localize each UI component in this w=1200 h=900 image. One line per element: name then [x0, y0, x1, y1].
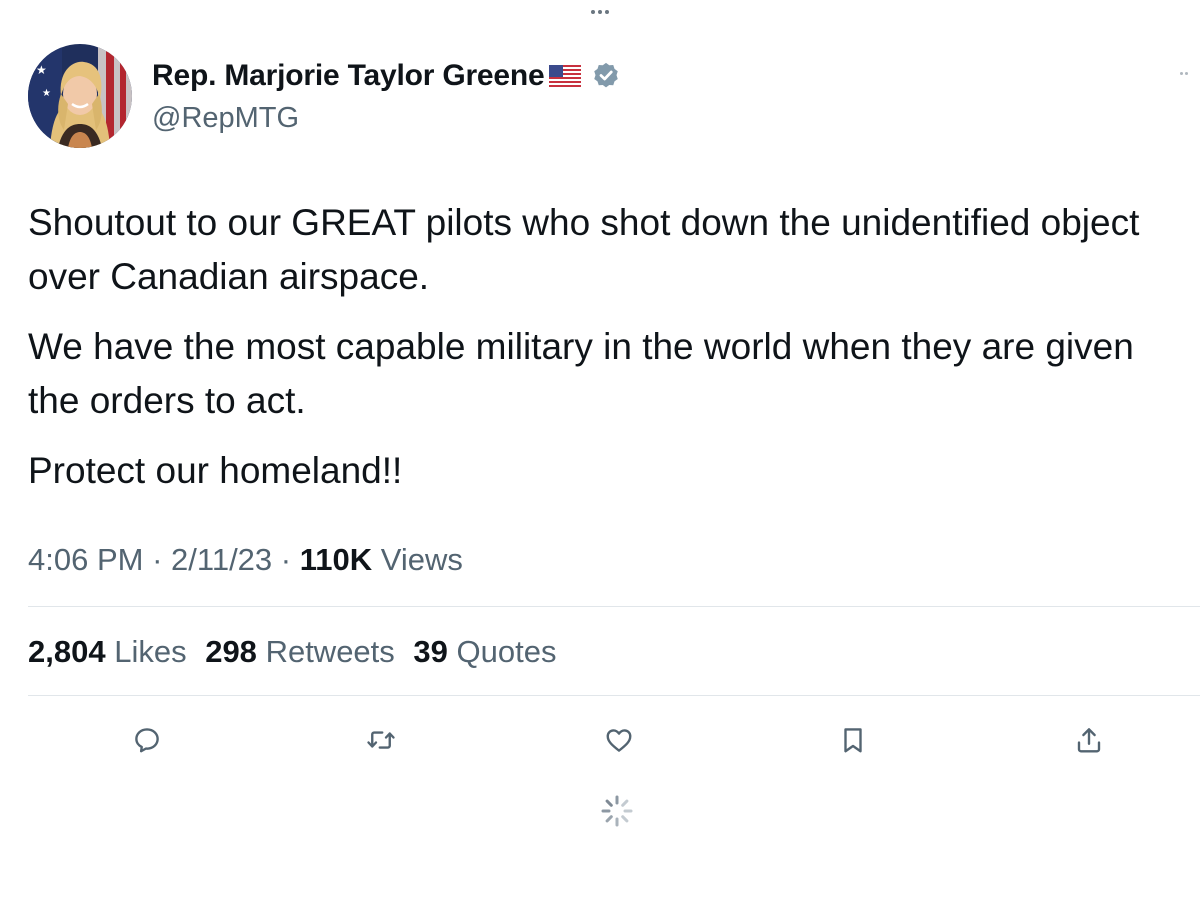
verified-badge-icon [593, 62, 618, 88]
avatar[interactable]: ★ ★ [28, 44, 132, 148]
meta-separator: · [152, 542, 163, 577]
share-icon [1077, 728, 1101, 753]
divider [28, 606, 1200, 607]
tweet-header: ★ ★ Rep. Marjorie Taylor Greene @RepMTG [28, 44, 621, 148]
author-identity: Rep. Marjorie Taylor Greene @RepMTG [152, 58, 621, 136]
tweet-body: Shoutout to our GREAT pilots who shot do… [28, 196, 1188, 514]
quotes-count: 39 [413, 634, 448, 669]
views-count: 110K [299, 542, 373, 577]
svg-text:★: ★ [36, 63, 47, 77]
bookmark-button[interactable] [835, 722, 871, 758]
likes-count: 2,804 [28, 634, 106, 669]
retweets-label: Retweets [265, 634, 395, 669]
reply-button[interactable] [129, 722, 165, 758]
tweet-date[interactable]: 2/11/23 [171, 542, 272, 577]
share-button[interactable] [1071, 722, 1107, 758]
likes-stat[interactable]: 2,804 Likes [28, 634, 195, 669]
views-label: Views [380, 542, 463, 577]
meta-separator: · [280, 542, 292, 577]
engagement-stats: 2,804 Likes 298 Retweets 39 Quotes [28, 630, 566, 674]
tweet-paragraph: We have the most capable military in the… [28, 326, 1134, 421]
tweet-meta: 4:06 PM · 2/11/23 · 110K Views [28, 538, 463, 582]
display-name[interactable]: Rep. Marjorie Taylor Greene [152, 58, 545, 94]
quotes-label: Quotes [456, 634, 557, 669]
more-dots-icon[interactable] [585, 4, 615, 20]
retweets-stat[interactable]: 298 Retweets [205, 634, 403, 669]
heart-icon [606, 729, 632, 752]
retweet-icon [367, 731, 395, 749]
divider [28, 695, 1200, 696]
display-name-row: Rep. Marjorie Taylor Greene [152, 58, 621, 94]
like-button[interactable] [601, 722, 637, 758]
action-bar [0, 722, 1200, 758]
user-handle[interactable]: @RepMTG [152, 100, 621, 136]
overflow-menu-icon[interactable] [1180, 68, 1196, 78]
tweet-paragraph: Protect our homeland!! [28, 450, 403, 491]
us-flag-icon [548, 65, 581, 87]
quotes-stat[interactable]: 39 Quotes [413, 634, 556, 669]
tweet-paragraph: Shoutout to our GREAT pilots who shot do… [28, 202, 1140, 297]
tweet-detail-view: ★ ★ Rep. Marjorie Taylor Greene @RepMTG … [0, 0, 1200, 900]
loading-spinner-icon [601, 795, 633, 827]
likes-label: Likes [114, 634, 187, 669]
reply-icon [135, 728, 159, 753]
bookmark-icon [844, 728, 862, 753]
retweet-button[interactable] [363, 722, 399, 758]
svg-text:★: ★ [42, 88, 51, 99]
retweets-count: 298 [205, 634, 257, 669]
tweet-time[interactable]: 4:06 PM [28, 542, 143, 577]
